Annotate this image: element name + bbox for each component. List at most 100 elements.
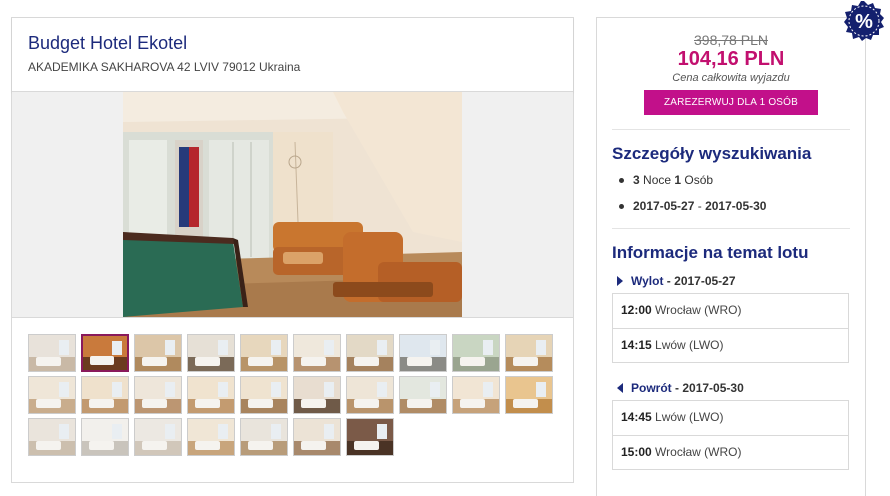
arrow-left-icon: [617, 383, 623, 393]
thumb-bed: [459, 356, 486, 366]
hotel-lounge-billiard-photo: [123, 92, 462, 317]
gallery-thumbnail[interactable]: [187, 376, 235, 414]
thumb-window: [483, 340, 494, 356]
thumb-bed: [512, 356, 539, 366]
nights-count: 3: [633, 173, 640, 187]
thumb-bed: [35, 398, 62, 408]
thumb-window: [218, 382, 229, 398]
thumb-bed: [194, 440, 221, 450]
date-from: 2017-05-27: [633, 199, 695, 213]
gallery-thumbnail[interactable]: [293, 418, 341, 456]
gallery-thumbnail[interactable]: [81, 418, 129, 456]
hotel-name[interactable]: Budget Hotel Ekotel: [28, 32, 557, 54]
search-details-list: 3 Noce 1 Osób 2017-05-27 - 2017-05-30: [619, 172, 865, 224]
flight-info-title: Informacje na temat lotu: [612, 243, 809, 262]
outbound-separator: -: [666, 274, 671, 288]
thumb-window: [430, 340, 441, 356]
gallery-thumbnail[interactable]: [134, 376, 182, 414]
thumb-bed: [247, 398, 274, 408]
gallery-thumbnail[interactable]: [346, 418, 394, 456]
thumb-bed: [35, 356, 62, 366]
thumb-bed: [141, 356, 168, 366]
outbound-date: 2017-05-27: [674, 274, 736, 288]
discount-symbol: %: [855, 11, 873, 33]
leg-time: 15:00: [621, 445, 652, 459]
return-label: Powrót: [631, 381, 672, 395]
return-separator: -: [675, 381, 680, 395]
gallery-thumbnail[interactable]: [505, 334, 553, 372]
persons-label: Osób: [684, 173, 714, 187]
thumb-window: [536, 340, 547, 356]
date-to: 2017-05-30: [705, 199, 767, 213]
thumb-bed: [353, 440, 380, 450]
flight-leg: 15:00 Wrocław (WRO): [613, 435, 848, 469]
nights-label: Noce: [643, 173, 672, 187]
gallery-thumbnail[interactable]: [293, 376, 341, 414]
thumb-bed: [141, 440, 168, 450]
gallery-thumbnail[interactable]: [293, 334, 341, 372]
gallery-thumbnail[interactable]: [187, 418, 235, 456]
thumb-bed: [88, 398, 115, 408]
thumb-window: [165, 424, 176, 440]
nights-persons-item: 3 Noce 1 Osób: [619, 172, 865, 198]
thumb-window: [112, 340, 122, 356]
price-new: 104,16 PLN: [677, 48, 785, 70]
gallery-thumbnail[interactable]: [505, 376, 553, 414]
thumb-bed: [194, 356, 221, 366]
gallery-thumbnail[interactable]: [134, 418, 182, 456]
thumb-bed: [406, 398, 433, 408]
thumb-window: [271, 424, 282, 440]
main-photo-area: [12, 92, 573, 318]
gallery-thumbnail[interactable]: [240, 376, 288, 414]
discount-badge-icon: %: [843, 0, 885, 42]
outbound-legs: 12:00 Wrocław (WRO) 14:15 Lwów (LWO): [612, 293, 849, 363]
thumb-bed: [353, 398, 380, 408]
thumb-window: [324, 340, 335, 356]
outbound-label: Wylot: [631, 274, 664, 288]
thumb-bed: [194, 398, 221, 408]
flight-leg: 12:00 Wrocław (WRO): [613, 294, 848, 328]
main-photo[interactable]: [123, 92, 462, 317]
gallery-thumbnail[interactable]: [81, 334, 129, 372]
thumb-window: [377, 340, 388, 356]
outbound-header: Wylot - 2017-05-27: [617, 273, 865, 289]
hotel-address: AKADEMIKA SAKHAROVA 42 LVIV 79012 Ukrain…: [28, 60, 301, 74]
thumb-bed: [512, 398, 539, 408]
booking-summary-card: 398,78 PLN 104,16 PLN Cena całkowita wyj…: [596, 17, 866, 496]
gallery-thumbnail[interactable]: [452, 376, 500, 414]
return-legs: 14:45 Lwów (LWO) 15:00 Wrocław (WRO): [612, 400, 849, 470]
gallery-thumbnail[interactable]: [81, 376, 129, 414]
thumb-window: [165, 340, 176, 356]
hotel-header: Budget Hotel Ekotel AKADEMIKA SAKHAROVA …: [12, 18, 573, 92]
gallery-thumbnail[interactable]: [28, 418, 76, 456]
leg-time: 14:45: [621, 410, 652, 424]
thumb-window: [218, 424, 229, 440]
leg-time: 14:15: [621, 338, 652, 352]
date-range-item: 2017-05-27 - 2017-05-30: [619, 198, 865, 224]
gallery-thumbnail[interactable]: [28, 376, 76, 414]
thumb-window: [324, 382, 335, 398]
date-separator: -: [697, 199, 702, 213]
gallery-thumbnail[interactable]: [187, 334, 235, 372]
thumb-window: [536, 382, 547, 398]
leg-place: Lwów (LWO): [655, 338, 724, 352]
flight-leg: 14:45 Lwów (LWO): [613, 401, 848, 435]
gallery-thumbnail[interactable]: [346, 334, 394, 372]
gallery-thumbnail[interactable]: [28, 334, 76, 372]
gallery-thumbnail[interactable]: [399, 376, 447, 414]
gallery-thumbnail[interactable]: [452, 334, 500, 372]
thumb-window: [324, 424, 335, 440]
gallery-thumbnail[interactable]: [240, 418, 288, 456]
thumb-window: [59, 340, 70, 356]
persons-count: 1: [674, 173, 682, 187]
gallery-thumbnail[interactable]: [346, 376, 394, 414]
thumb-bed: [247, 356, 274, 366]
gallery-thumbnail[interactable]: [240, 334, 288, 372]
gallery-thumbnail[interactable]: [399, 334, 447, 372]
search-details-title: Szczegóły wyszukiwania: [612, 144, 812, 163]
leg-place: Lwów (LWO): [655, 410, 724, 424]
gallery-thumbnail[interactable]: [134, 334, 182, 372]
book-button[interactable]: ZAREZERWUJ DLA 1 OSÓB: [644, 90, 818, 115]
thumb-bed: [88, 440, 115, 450]
thumb-window: [165, 382, 176, 398]
